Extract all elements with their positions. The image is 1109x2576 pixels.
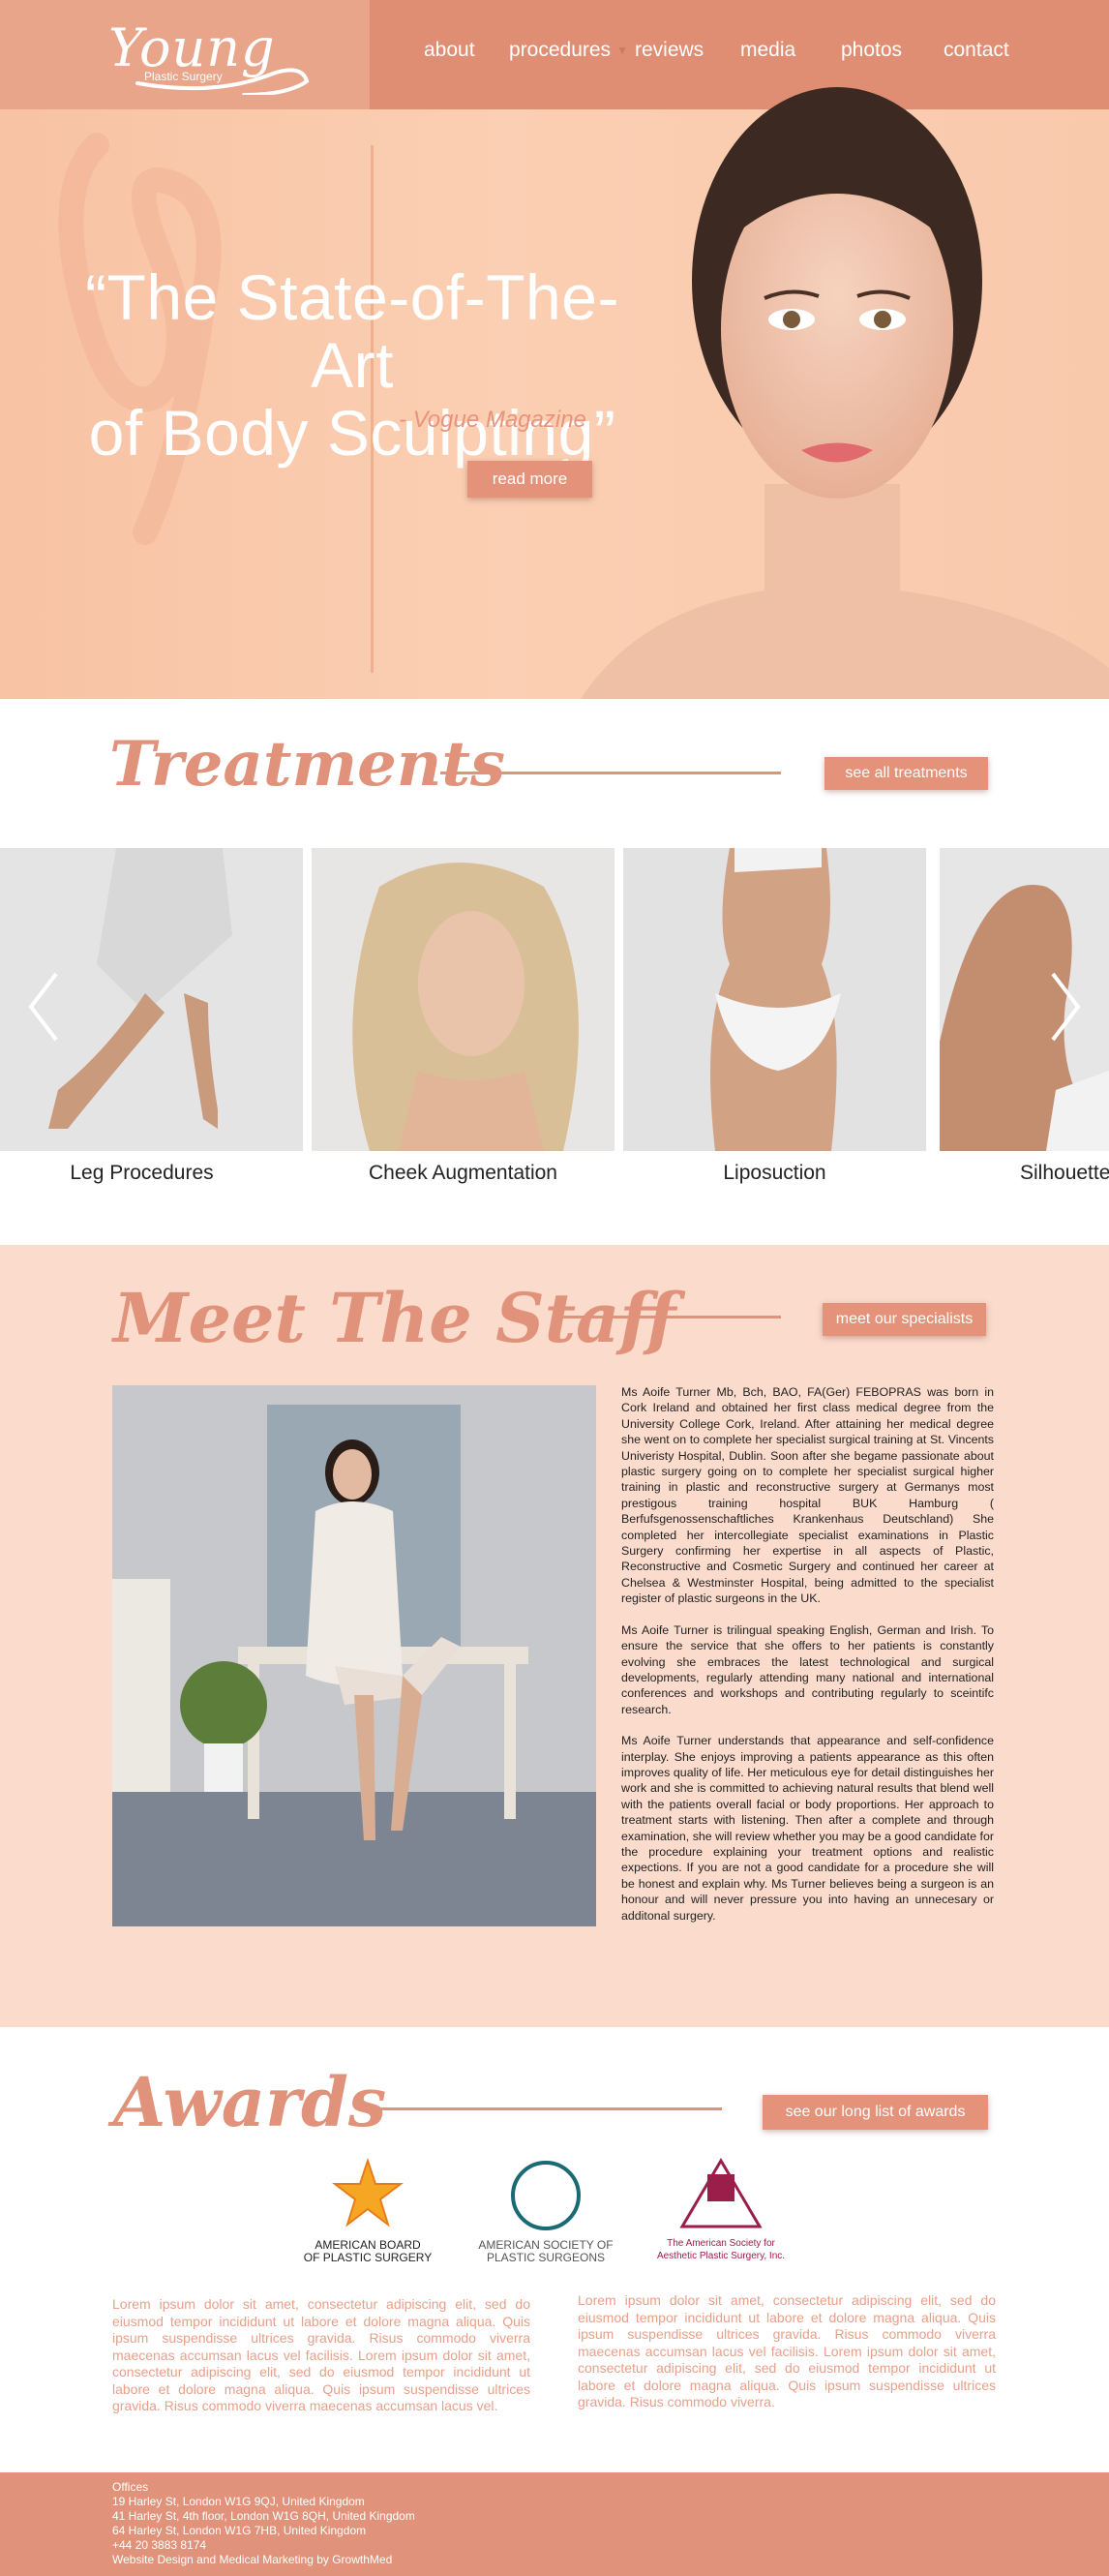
see-all-treatments-button[interactable]: see all treatments	[824, 757, 988, 790]
treatment-label-liposuction: Liposuction	[723, 1162, 826, 1184]
bio-paragraph: Ms Aoife Turner is trilingual speaking E…	[621, 1622, 994, 1716]
star-icon	[332, 2157, 404, 2227]
nav-procedures-label: procedures	[509, 39, 612, 61]
carousel-next-arrow-icon[interactable]	[1047, 968, 1086, 1046]
treatments-divider	[440, 772, 781, 774]
nav-reviews[interactable]: reviews	[635, 39, 704, 62]
footer-info: Offices 19 Harley St, London W1G 9QJ, Un…	[112, 2480, 415, 2567]
footer-address: 64 Harley St, London W1G 7HB, United Kin…	[112, 2524, 367, 2537]
liposuction-image	[623, 848, 926, 1151]
footer-address: 41 Harley St, 4th floor, London W1G 8QH,…	[112, 2509, 415, 2523]
staff-bio: Ms Aoife Turner Mb, Bch, BAO, FA(Ger) FE…	[621, 1384, 994, 1939]
staff-photo	[112, 1385, 596, 1926]
hero-quote-source: - Vogue Magazine	[399, 407, 586, 433]
treatment-card-cheek[interactable]	[312, 848, 614, 1151]
treatment-label-cheek: Cheek Augmentation	[369, 1162, 557, 1184]
chevron-down-icon: ▼	[616, 44, 628, 58]
treatment-label-silhouette: Silhouette	[1020, 1162, 1109, 1184]
staff-divider	[554, 1316, 781, 1318]
see-awards-button[interactable]: see our long list of awards	[763, 2095, 988, 2130]
hero-section: Young Plastic Surgery about procedures ▼ …	[0, 0, 1109, 699]
footer: Offices 19 Harley St, London W1G 9QJ, Un…	[0, 2472, 1109, 2576]
hero-quote-line-1: “The State-of-The-Art	[85, 261, 619, 401]
award-badge-asps: AMERICAN SOCIETY OF PLASTIC SURGEONS	[468, 2157, 623, 2264]
award-label-line-2: Aesthetic Plastic Surgery, Inc.	[656, 2251, 786, 2261]
treatment-card-liposuction[interactable]	[623, 848, 926, 1151]
award-label-line-1: The American Society for	[667, 2238, 775, 2249]
main-nav: about procedures ▼ reviews media photos c…	[0, 39, 1109, 68]
awards-divider	[364, 2107, 722, 2110]
award-badge-asaps: The American Society for Aesthetic Plast…	[639, 2155, 803, 2262]
hero-model-image	[581, 87, 1109, 699]
footer-phone[interactable]: +44 20 3883 8174	[112, 2538, 415, 2553]
nav-about[interactable]: about	[424, 39, 475, 62]
triangle-emblem-icon	[679, 2158, 763, 2228]
bio-paragraph: Ms Aoife Turner Mb, Bch, BAO, FA(Ger) FE…	[621, 1385, 994, 1606]
awards-text-left: Lorem ipsum dolor sit amet, consectetur …	[112, 2296, 530, 2413]
nav-contact[interactable]: contact	[944, 39, 1009, 62]
awards-text-right: Lorem ipsum dolor sit amet, consectetur …	[578, 2292, 996, 2409]
nav-procedures[interactable]: procedures ▼	[509, 39, 628, 62]
hero-quote: “The State-of-The-Art of Body Sculpting”	[81, 263, 623, 467]
meet-specialists-button[interactable]: meet our specialists	[823, 1303, 986, 1336]
read-more-button[interactable]: read more	[467, 461, 592, 498]
treatment-label-leg: Leg Procedures	[70, 1162, 214, 1184]
treatments-carousel: Leg Procedures Cheek Augmentation Liposu…	[0, 848, 1109, 1197]
award-badge-abps: AMERICAN BOARD OF PLASTIC SURGERY	[290, 2157, 445, 2264]
circle-emblem-icon	[511, 2161, 581, 2230]
cheek-augmentation-image	[312, 848, 614, 1151]
carousel-prev-arrow-icon[interactable]	[23, 968, 62, 1046]
footer-credit-link[interactable]: Website Design and Medical Marketing by …	[112, 2553, 415, 2567]
footer-address: 19 Harley St, London W1G 9QJ, United Kin…	[112, 2495, 365, 2508]
nav-photos[interactable]: photos	[841, 39, 902, 62]
footer-heading: Offices	[112, 2480, 149, 2494]
award-label-line-2: OF PLASTIC SURGERY	[303, 2251, 433, 2264]
treatments-title: Treatments	[109, 728, 505, 801]
surgeon-portrait-image	[112, 1385, 596, 1926]
award-label-line-2: PLASTIC SURGEONS	[486, 2251, 606, 2264]
nav-media[interactable]: media	[740, 39, 795, 62]
bio-paragraph: Ms Aoife Turner understands that appeara…	[621, 1734, 995, 1923]
awards-title: Awards	[113, 2062, 387, 2142]
